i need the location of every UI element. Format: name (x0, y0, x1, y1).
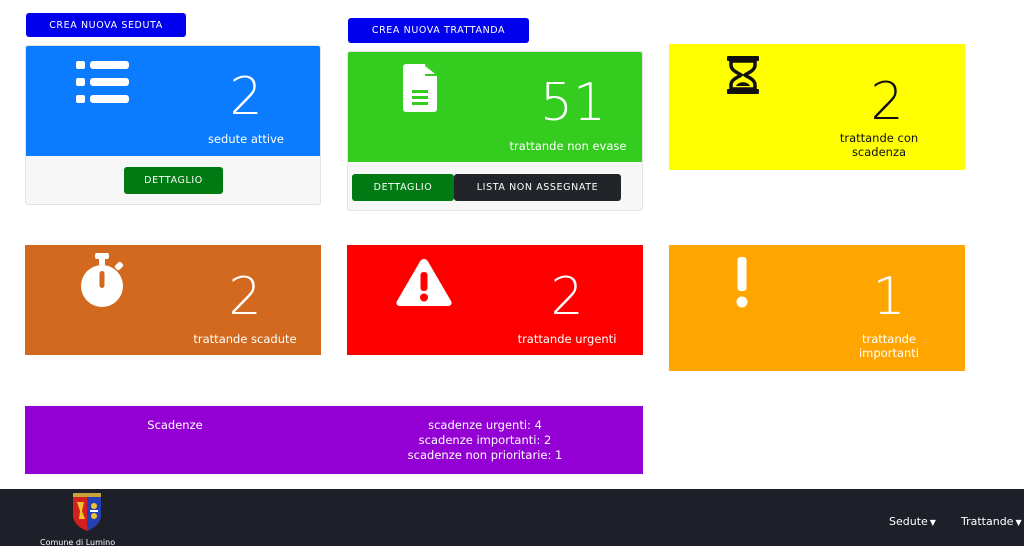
caret-down-icon: ▼ (1015, 518, 1022, 527)
scadute-count: 2 (228, 267, 262, 327)
non-evase-tile: 51 trattande non evase (348, 52, 642, 162)
dettaglio-sedute-button[interactable]: DETTAGLIO (124, 167, 223, 194)
exclamation-icon (736, 257, 748, 308)
scadenze-non-prioritarie-text: scadenze non prioritarie: 1 (407, 448, 563, 462)
caret-down-icon: ▼ (929, 518, 936, 527)
urgenti-label: trattande urgenti (517, 332, 617, 346)
sedute-attive-count: 2 (229, 67, 263, 127)
urgenti-tile: 2 trattande urgenti (347, 245, 643, 355)
scadenze-urgenti-text: scadenze urgenti: 4 (428, 418, 542, 432)
file-icon (403, 64, 437, 112)
dettaglio-trattande-button[interactable]: DETTAGLIO (352, 174, 454, 201)
nav-trattande-label: Trattande (961, 515, 1014, 528)
scadenza-tile: 2 trattande con scadenza (669, 44, 965, 170)
scadenze-importanti-text: scadenze importanti: 2 (418, 433, 552, 447)
list-icon (76, 61, 129, 103)
non-evase-count: 51 (539, 73, 607, 133)
warning-icon (396, 259, 452, 306)
sedute-attive-tile: 2 sedute attive (26, 46, 320, 156)
crea-nuova-seduta-button[interactable]: CREA NUOVA SEDUTA (26, 13, 186, 37)
brand-text[interactable]: Comune di Lumino (40, 538, 115, 546)
importanti-label-line2: importanti (858, 346, 919, 360)
hourglass-icon (727, 56, 759, 94)
urgenti-count: 2 (550, 267, 584, 327)
nav-sedute[interactable]: Sedute ▼ (889, 515, 936, 528)
importanti-tile: 1 trattande importanti (669, 245, 965, 371)
stopwatch-icon (81, 253, 124, 307)
importanti-count: 1 (872, 267, 906, 327)
trattande-non-evase-card: 51 trattande non evase DETTAGLIO LISTA N… (347, 51, 643, 211)
scadute-label: trattande scadute (193, 332, 297, 346)
coat-of-arms-logo[interactable] (71, 493, 103, 531)
scadenza-label-line2: scadenza (851, 145, 907, 159)
non-evase-label: trattande non evase (509, 139, 627, 153)
lista-non-assegnate-button[interactable]: LISTA NON ASSEGNATE (454, 174, 621, 201)
sedute-attive-card: 2 sedute attive DETTAGLIO (25, 45, 321, 205)
scadenza-label-line1: trattande con (839, 131, 919, 145)
sedute-attive-label: sedute attive (207, 132, 285, 146)
importanti-label-line1: trattande (861, 332, 916, 346)
nav-trattande[interactable]: Trattande ▼ (961, 515, 1022, 528)
scadenze-panel: Scadenze scadenze urgenti: 4 scadenze im… (25, 406, 643, 474)
footer-navbar: Comune di Lumino Sedute ▼ Trattande ▼ (0, 489, 1024, 546)
nav-sedute-label: Sedute (889, 515, 928, 528)
scadenza-count: 2 (870, 72, 904, 132)
scadute-tile: 2 trattande scadute (25, 245, 321, 355)
crea-nuova-trattanda-button[interactable]: CREA NUOVA TRATTANDA (348, 18, 529, 43)
scadenze-title: Scadenze (147, 418, 203, 432)
